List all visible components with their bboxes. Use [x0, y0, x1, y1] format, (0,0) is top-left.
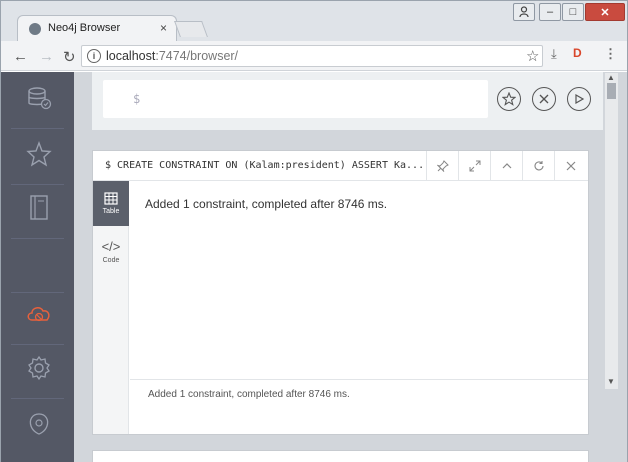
- table-icon: [104, 192, 118, 205]
- play-icon: [575, 94, 584, 104]
- frame-status-bar: Added 1 constraint, completed after 8746…: [130, 379, 588, 434]
- sidebar-divider: [11, 292, 64, 293]
- address-bar[interactable]: i localhost:7474/browser/ ☆: [81, 45, 543, 67]
- sidebar-divider: [11, 238, 64, 239]
- reload-icon[interactable]: ↻: [63, 48, 76, 66]
- close-icon: [539, 94, 549, 104]
- frame-command[interactable]: $ CREATE CONSTRAINT ON (Kalam:president)…: [105, 160, 425, 171]
- minimize-button[interactable]: –: [539, 3, 561, 21]
- expand-icon: [469, 160, 480, 172]
- fullscreen-button[interactable]: [458, 151, 490, 181]
- pin-button[interactable]: [426, 151, 458, 181]
- tab-table[interactable]: Table: [93, 181, 129, 226]
- url-text[interactable]: localhost:7474/browser/: [106, 49, 238, 63]
- tab-close-icon[interactable]: ×: [160, 21, 167, 35]
- bookmark-star-icon[interactable]: ☆: [526, 47, 539, 65]
- close-frame-button[interactable]: [554, 151, 586, 181]
- extension-icon[interactable]: D: [573, 46, 582, 60]
- back-icon[interactable]: ←: [13, 48, 28, 65]
- sidebar-divider: [11, 184, 64, 185]
- frame-header: $ CREATE CONSTRAINT ON (Kalam:president)…: [93, 151, 588, 181]
- about-icon[interactable]: [23, 408, 55, 440]
- chevron-up-icon: [502, 163, 511, 169]
- status-message: Added 1 constraint, completed after 8746…: [148, 389, 350, 400]
- query-editor: $: [92, 72, 603, 130]
- info-icon[interactable]: i: [87, 49, 101, 63]
- tab-title: Neo4j Browser: [48, 22, 121, 34]
- editor-prompt: $: [133, 92, 141, 106]
- url-host: localhost: [106, 49, 156, 63]
- tab-code-label: Code: [102, 257, 120, 264]
- sidebar: [1, 72, 74, 462]
- star-icon: [502, 92, 516, 106]
- run-query-button[interactable]: [567, 87, 591, 111]
- close-window-button[interactable]: ✕: [585, 3, 625, 21]
- scroll-down-icon[interactable]: ▼: [607, 377, 615, 386]
- browser-window: Neo4j Browser × – □ ✕ ← → ↻ i localhost:…: [0, 0, 628, 462]
- settings-gear-icon[interactable]: [23, 352, 55, 384]
- maximize-button[interactable]: □: [562, 3, 584, 21]
- query-input[interactable]: $: [103, 80, 488, 118]
- documents-book-icon[interactable]: [23, 192, 55, 224]
- sidebar-divider: [11, 128, 64, 129]
- next-frame-stub: [92, 450, 589, 462]
- browser-tab[interactable]: Neo4j Browser ×: [17, 15, 177, 41]
- menu-icon[interactable]: ⋮: [604, 46, 617, 62]
- sidebar-divider: [11, 398, 64, 399]
- scroll-up-icon[interactable]: ▲: [607, 73, 615, 82]
- tab-table-label: Table: [102, 208, 120, 215]
- forward-icon[interactable]: →: [39, 48, 54, 65]
- result-frame: $ CREATE CONSTRAINT ON (Kalam:president)…: [92, 150, 589, 435]
- scroll-thumb[interactable]: [607, 83, 616, 99]
- user-profile-button[interactable]: [513, 3, 535, 21]
- cloud-sync-icon[interactable]: [23, 298, 55, 330]
- favorites-star-icon[interactable]: [23, 138, 55, 170]
- sidebar-divider: [11, 344, 64, 345]
- code-icon: </>: [101, 239, 121, 254]
- result-message: Added 1 constraint, completed after 8746…: [145, 197, 388, 211]
- browser-toolbar: ← → ↻ i localhost:7474/browser/ ☆: [1, 41, 627, 71]
- database-icon[interactable]: [23, 82, 55, 114]
- pin-icon: [436, 160, 449, 172]
- favorite-query-button[interactable]: [497, 87, 521, 111]
- url-path: :7474/browser/: [155, 49, 239, 63]
- clear-query-button[interactable]: [532, 87, 556, 111]
- new-tab-button[interactable]: [174, 21, 208, 37]
- refresh-icon: [534, 161, 544, 171]
- neo4j-app: $ $ CREATE CONSTRAINT ON (Kalam:presiden…: [1, 72, 627, 462]
- frame-view-tabs: Table </> Code: [93, 181, 129, 434]
- tab-code[interactable]: </> Code: [93, 229, 129, 274]
- user-icon: [519, 6, 529, 18]
- close-icon: [566, 161, 575, 171]
- page-scrollbar[interactable]: ▲ ▼: [605, 73, 618, 389]
- download-icon[interactable]: ⤓: [551, 46, 557, 62]
- page-icon: [29, 23, 41, 35]
- collapse-button[interactable]: [490, 151, 522, 181]
- title-bar: Neo4j Browser × – □ ✕: [1, 1, 627, 41]
- rerun-button[interactable]: [522, 151, 554, 181]
